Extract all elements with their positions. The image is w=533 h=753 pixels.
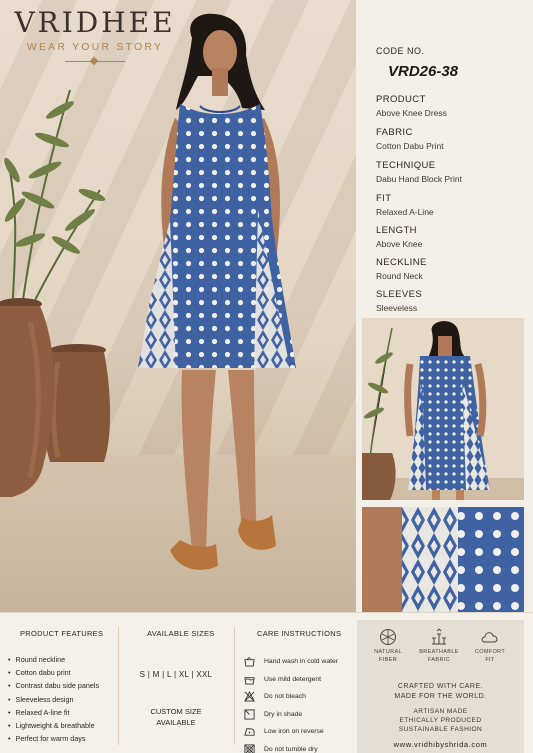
badge-line: NATURAL [374,649,402,655]
artisan-line: ETHICALLY PRODUCED [399,716,482,724]
features-list: Round neckline Cotton dabu print Contras… [8,653,100,745]
spec-label: FABRIC [376,127,413,138]
thumbnail-fabric-image [362,507,524,612]
care-text: Low iron on reverse [264,728,324,736]
care-item: Do not tumble dry [244,741,338,753]
care-item: Use mild detergent [244,671,338,689]
badge-line: COMFORT [474,649,506,655]
list-item: Cotton dabu print [8,666,99,679]
spec-value: Round Neck [376,271,423,281]
craft-line: CRAFTED WITH CARE. [397,683,484,690]
artisan-statement: ARTISAN MADE ETHICALLY PRODUCED SUSTAINA… [357,708,524,734]
thumbnail-full-image [362,318,524,500]
spec-value: Above Knee Dress [376,108,447,118]
natural-fiber-icon [380,629,396,645]
care-list: Hand wash in cold water Use mild deterge… [244,653,338,753]
spec-value: Sleeveless [376,303,418,313]
spec-label: TECHNIQUE [376,160,436,171]
brand-logo: VRIDHEE WEAR YOUR STORY [10,6,180,62]
divider [118,627,119,745]
code-label: CODE NO. [376,46,425,56]
spec-label: PRODUCT [376,94,426,105]
cloud-icon [481,632,498,643]
custom-size-note: CUSTOM SIZE AVAILABLE [120,706,232,728]
care-heading: CARE INSTRUCTIONS [257,629,342,638]
spec-sleeves: SLEEVES Sleeveless [376,289,422,313]
low-iron-icon [244,728,255,736]
thumbnail-full-view [362,318,524,500]
badge-line: FIT [485,656,495,663]
website-link[interactable]: www.vridhibyshrida.com [357,740,524,749]
plant-illustration [4,89,106,320]
spec-value: Dabu Hand Block Print [376,174,462,184]
spec-technique: TECHNIQUE Dabu Hand Block Print [376,160,462,184]
brand-tagline: WEAR YOUR STORY [26,41,164,53]
craft-statement: CRAFTED WITH CARE. MADE FOR THE WORLD. [357,682,524,701]
list-item: Contrast dabu side panels [8,679,100,692]
spec-label: FIT [376,193,392,204]
spec-length: LENGTH Above Knee [376,225,422,249]
list-item: Lightweight & breathable [8,719,99,732]
spec-neckline: NECKLINE Round Neck [376,257,427,281]
hand-wash-icon [244,657,255,667]
badge-line: FABRIC [427,656,450,663]
spec-product: PRODUCT Above Knee Dress [376,94,447,118]
hero-photo: VRIDHEE WEAR YOUR STORY [0,0,356,612]
spec-fabric: FABRIC Cotton Dabu Print [376,127,444,151]
brand-name: VRIDHEE [14,6,176,39]
breathable-icon [432,628,446,645]
care-text: Dry in shade [264,710,303,718]
care-text: Do not tumble dry [264,745,318,753]
features-heading: PRODUCT FEATURES [20,629,104,638]
care-item: Low iron on reverse [244,723,338,741]
brand-promise-box: NATURAL FIBER BREATHABLE FABRIC COMFORT … [357,620,524,753]
no-bleach-icon [244,691,255,702]
model-photo [138,13,296,570]
list-item: Sleeveless design [8,693,99,706]
badge-line: FIBER [379,656,397,663]
custom-size-line: AVAILABLE [156,718,196,727]
size-list: S | M | L | XL | XXL [139,670,213,679]
artisan-line: SUSTAINABLE FASHION [398,725,483,733]
sizes-heading: AVAILABLE SIZES [147,629,215,638]
list-item: Relaxed A-line fit [8,706,99,719]
badge-breathable: BREATHABLE FABRIC [414,628,464,664]
care-item: Dry in shade [244,706,338,724]
product-info-panel: CODE NO. VRD26-38 PRODUCT Above Knee Dre… [362,0,533,315]
spec-label: SLEEVES [376,289,423,300]
care-text: Use mild detergent [264,675,322,683]
craft-line: MADE FOR THE WORLD. [394,692,487,700]
care-item: Hand wash in cold water [244,653,338,671]
list-item: Perfect for warm days [8,732,99,745]
artisan-line: ARTISAN MADE [413,708,468,715]
spec-fit: FIT Relaxed A-Line [376,193,434,217]
detergent-icon [244,676,255,685]
spec-label: NECKLINE [376,257,427,268]
spec-value: Cotton Dabu Print [376,141,444,151]
no-tumble-dry-icon [244,744,255,753]
spec-label: LENGTH [376,225,417,236]
list-item: Round neckline [8,653,99,666]
divider [234,627,235,745]
clay-pots [0,298,111,497]
custom-size-line: CUSTOM SIZE [150,707,202,716]
thumbnail-fabric-closeup [362,507,524,612]
dry-shade-icon [244,709,255,720]
badge-line: BREATHABLE [419,649,459,655]
care-item: Do not bleach [244,688,338,706]
badge-comfort-fit: COMFORT FIT [465,628,515,664]
brand-divider [65,61,125,62]
badge-natural-fiber: NATURAL FIBER [363,628,413,664]
care-text: Do not bleach [264,693,306,701]
spec-value: Above Knee [376,239,423,249]
product-code: VRD26-38 [388,63,459,80]
care-text: Hand wash in cold water [264,658,339,666]
spec-value: Relaxed A-Line [376,207,434,217]
